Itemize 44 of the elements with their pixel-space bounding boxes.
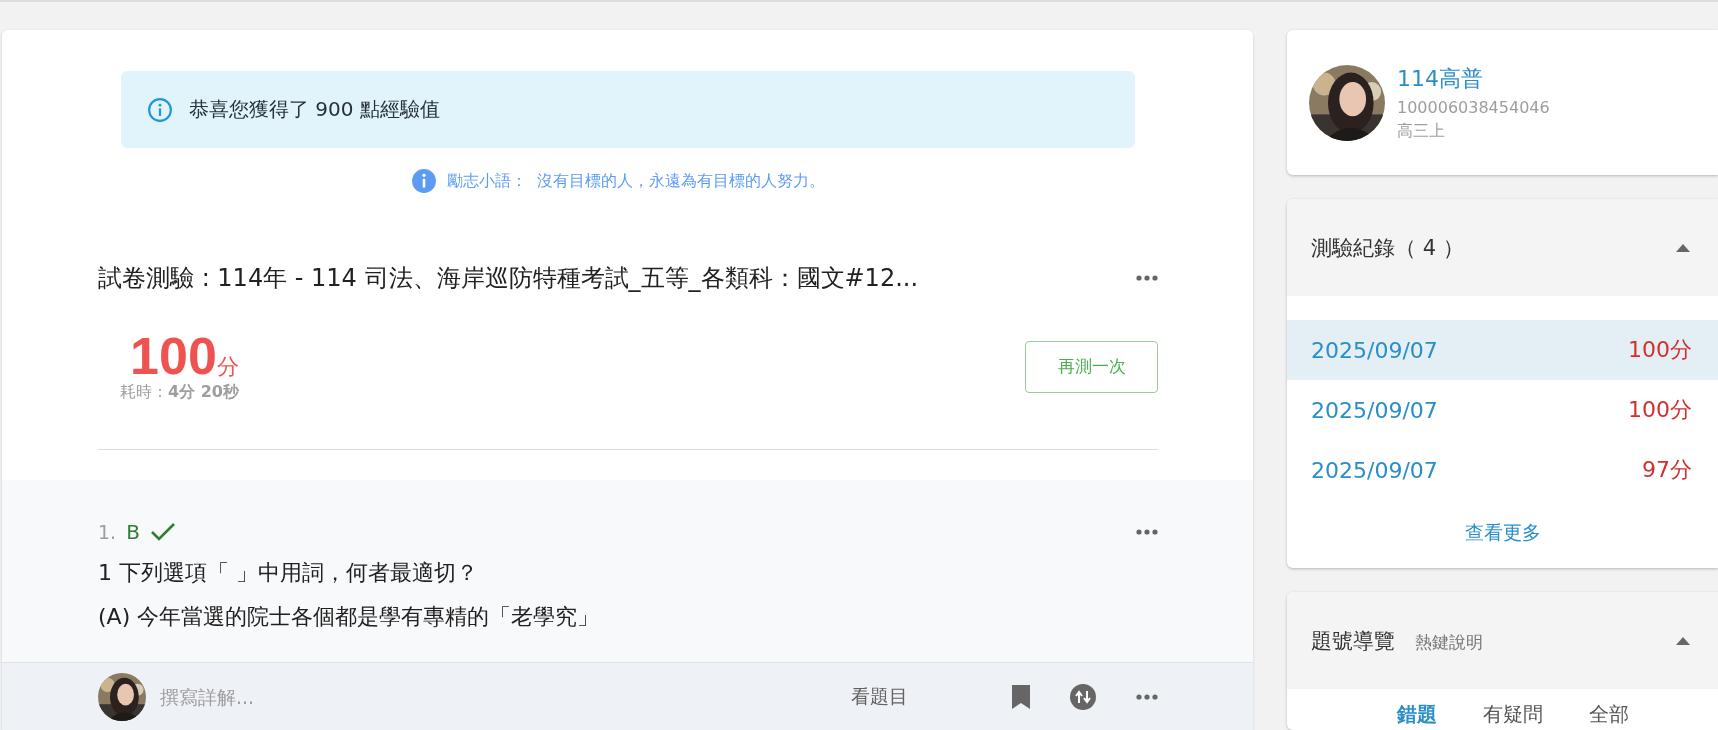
answer-letter: B	[126, 520, 140, 544]
filter-tab[interactable]: 有疑問	[1483, 701, 1543, 728]
comment-field[interactable]: 撰寫詳解...	[158, 684, 845, 709]
time-spent: 耗時：4分 20秒	[120, 382, 239, 403]
view-more-link[interactable]: 查看更多	[1287, 500, 1718, 568]
question-number: 1.	[98, 521, 117, 543]
question-text: 1 下列選項「 」中用詞，何者最適切？	[98, 559, 479, 587]
record-date: 2025/09/07	[1311, 457, 1438, 483]
info-icon	[410, 168, 437, 194]
more-icon[interactable]	[1136, 693, 1158, 700]
view-question-button[interactable]: 看題目	[845, 682, 914, 711]
user-name[interactable]: 114高普	[1397, 63, 1550, 94]
motto-text: 沒有目標的人，永遠為有目標的人努力。	[536, 170, 825, 192]
filter-tab[interactable]: 全部	[1589, 701, 1629, 728]
notice-text: 恭喜您獲得了 900 點經驗值	[189, 96, 440, 123]
record-score: 100分	[1628, 336, 1692, 364]
exam-title: 試卷測驗 : 114年 - 114 司法、海岸巡防特種考試_五等_各類科：國文#12...	[98, 263, 919, 294]
records-header[interactable]: 測驗紀錄（ 4 ）	[1287, 199, 1718, 296]
record-date: 2025/09/07	[1311, 397, 1438, 423]
records-title: 測驗紀錄（ 4 ）	[1311, 234, 1464, 262]
info-icon	[147, 96, 173, 123]
bookmark-icon[interactable]	[1012, 684, 1030, 709]
more-icon[interactable]	[1136, 275, 1158, 281]
record-row[interactable]: 2025/09/07 100分	[1287, 380, 1718, 440]
navigator-title: 題號導覽	[1311, 627, 1395, 655]
hotkeys-link[interactable]: 熱鍵說明	[1415, 630, 1483, 654]
caret-icon[interactable]	[1676, 243, 1690, 252]
caret-icon[interactable]	[1676, 636, 1690, 645]
filter-tab[interactable]: 錯題	[1397, 701, 1437, 728]
score-value: 100	[130, 330, 217, 382]
record-date: 2025/09/07	[1311, 337, 1438, 363]
record-row[interactable]: 2025/09/07 100分	[1287, 320, 1718, 380]
record-row[interactable]: 2025/09/07 97分	[1287, 440, 1718, 500]
retry-button[interactable]: 再測一次	[1025, 340, 1158, 393]
swap-icon[interactable]	[1070, 683, 1096, 710]
motto-label: 勵志小語：	[446, 170, 527, 192]
record-score: 97分	[1642, 456, 1692, 484]
user-grade: 高三上	[1397, 120, 1446, 142]
navigator-header[interactable]: 題號導覽 熱鍵說明	[1287, 592, 1718, 689]
more-icon[interactable]	[1136, 529, 1158, 535]
user-id: 100006038454046	[1397, 97, 1550, 117]
record-score: 100分	[1628, 396, 1692, 424]
option-text: (A) 今年當選的院士各個都是學有專精的「老學究」	[98, 603, 601, 631]
score-unit: 分	[216, 354, 239, 381]
